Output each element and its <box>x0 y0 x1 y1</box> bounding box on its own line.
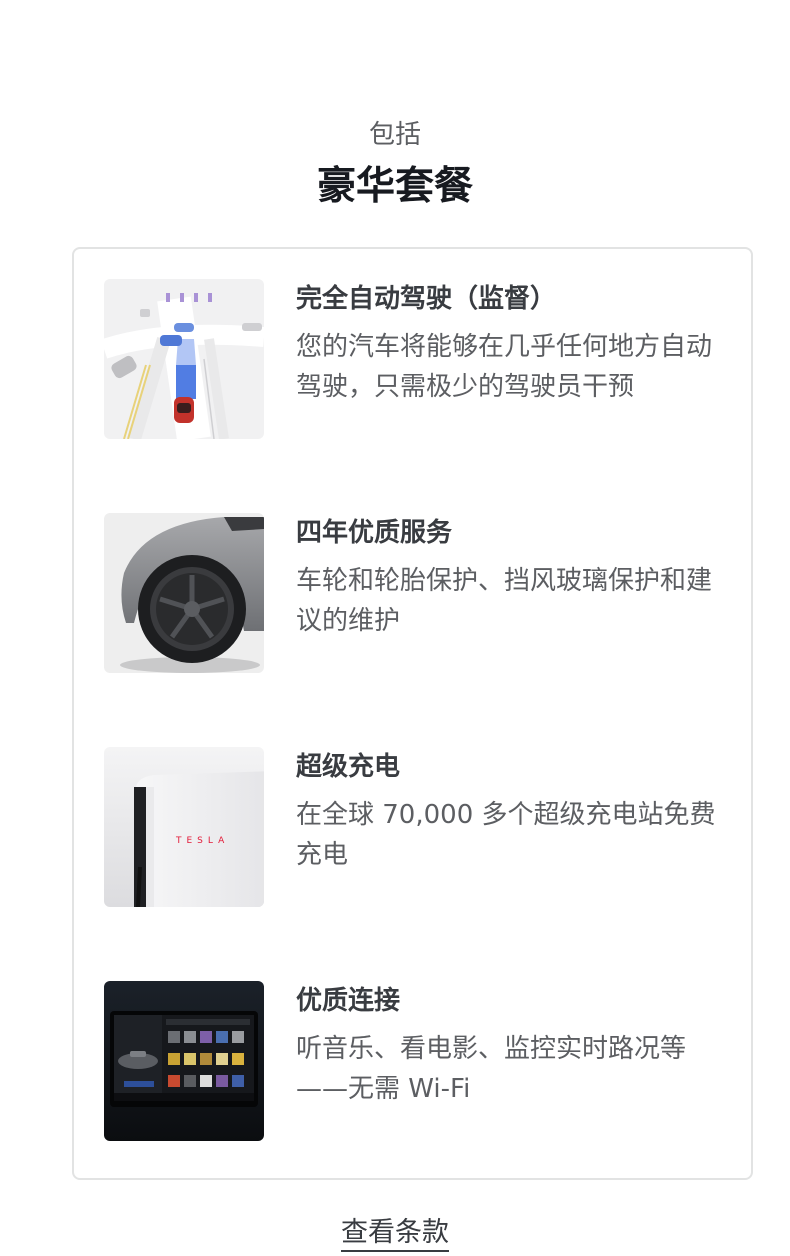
feature-title: 完全自动驾驶（监督） <box>296 284 557 314</box>
feature-title: 优质连接 <box>296 986 401 1016</box>
feature-item-service: 四年优质服务 车轮和轮胎保护、挡风玻璃保护和建议的维护 <box>104 513 724 673</box>
feature-item-connectivity: 优质连接 听音乐、看电影、监控实时路况等——无需 Wi-Fi <box>104 981 724 1141</box>
autopilot-visualization-image <box>104 279 264 439</box>
feature-description: 在全球 70,000 多个超级充电站免费充电 <box>296 800 716 870</box>
feature-title: 超级充电 <box>296 752 401 782</box>
feature-description: 您的汽车将能够在几乎任何地方自动驾驶，只需极少的驾驶员干预 <box>296 332 713 402</box>
feature-description: 车轮和轮胎保护、挡风玻璃保护和建议的维护 <box>296 566 713 636</box>
touchscreen-image <box>104 981 264 1141</box>
section-eyebrow: 包括 <box>368 120 421 150</box>
feature-item-supercharging: TESLA 超级充电 在全球 70,000 多个超级充电站免费充电 <box>104 747 724 907</box>
feature-description: 听音乐、看电影、监控实时路况等——无需 Wi-Fi <box>296 1034 687 1104</box>
luxury-package-page: 包括 豪华套餐 完全自动驾驶（监督） 您的汽车将能够在几乎任何地方自动驾驶，只需… <box>0 0 790 1256</box>
supercharger-image: TESLA <box>104 747 264 907</box>
view-terms-link[interactable]: 查看条款 <box>341 1217 449 1252</box>
tesla-wordmark: TESLA <box>175 836 229 846</box>
feature-title: 四年优质服务 <box>296 518 453 548</box>
feature-item-fsd: 完全自动驾驶（监督） 您的汽车将能够在几乎任何地方自动驾驶，只需极少的驾驶员干预 <box>104 279 724 439</box>
terms-container: 查看条款 <box>0 1214 790 1255</box>
package-title: 豪华套餐 <box>316 164 473 209</box>
car-wheel-image <box>104 513 264 673</box>
